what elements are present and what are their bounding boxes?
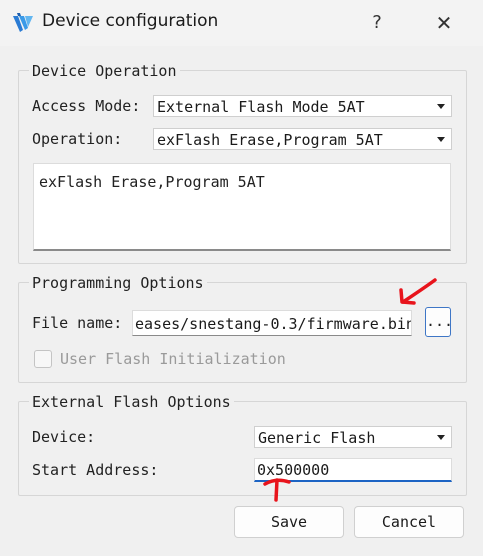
file-name-input[interactable]: eases/snestang-0.3/firmware.bin <box>132 310 412 336</box>
device-value: Generic Flash <box>258 429 376 447</box>
chevron-down-icon <box>437 137 445 142</box>
help-button[interactable]: ? <box>357 8 397 38</box>
programming-options-title: Programming Options <box>29 274 207 292</box>
close-icon: ✕ <box>435 11 453 35</box>
device-operation-title: Device Operation <box>29 62 180 80</box>
operation-label: Operation: <box>32 130 123 148</box>
start-address-input[interactable]: 0x500000 <box>254 458 452 482</box>
operation-select[interactable]: exFlash Erase,Program 5AT <box>153 128 452 150</box>
external-flash-options-group: External Flash Options Device: Generic F… <box>18 393 467 496</box>
device-label: Device: <box>32 428 96 446</box>
access-mode-select[interactable]: External Flash Mode 5AT <box>153 95 452 117</box>
file-name-label: File name: <box>32 314 123 332</box>
device-select[interactable]: Generic Flash <box>254 426 452 448</box>
chevron-down-icon <box>437 104 445 109</box>
programming-options-group: Programming Options File name: eases/sne… <box>18 274 467 383</box>
user-flash-checkbox[interactable] <box>34 350 52 368</box>
file-name-value: eases/snestang-0.3/firmware.bin <box>135 315 412 333</box>
start-address-label: Start Address: <box>32 461 159 479</box>
chevron-down-icon <box>437 435 445 440</box>
access-mode-value: External Flash Mode 5AT <box>157 98 365 116</box>
device-operation-group: Device Operation Access Mode: External F… <box>18 62 467 264</box>
title-bar: Device configuration ? ✕ <box>0 0 483 46</box>
operation-value: exFlash Erase,Program 5AT <box>157 131 383 149</box>
cancel-button[interactable]: Cancel <box>354 506 464 538</box>
operation-description: exFlash Erase,Program 5AT <box>33 163 451 251</box>
external-flash-options-title: External Flash Options <box>29 393 234 411</box>
save-button[interactable]: Save <box>234 506 344 538</box>
user-flash-label: User Flash Initialization <box>60 350 286 368</box>
browse-button[interactable]: ... <box>425 307 453 337</box>
close-button[interactable]: ✕ <box>424 8 464 38</box>
window-title: Device configuration <box>42 11 219 31</box>
start-address-value: 0x500000 <box>257 461 330 479</box>
gowin-logo-icon <box>13 13 33 32</box>
access-mode-label: Access Mode: <box>32 97 141 115</box>
operation-description-text: exFlash Erase,Program 5AT <box>39 173 265 191</box>
